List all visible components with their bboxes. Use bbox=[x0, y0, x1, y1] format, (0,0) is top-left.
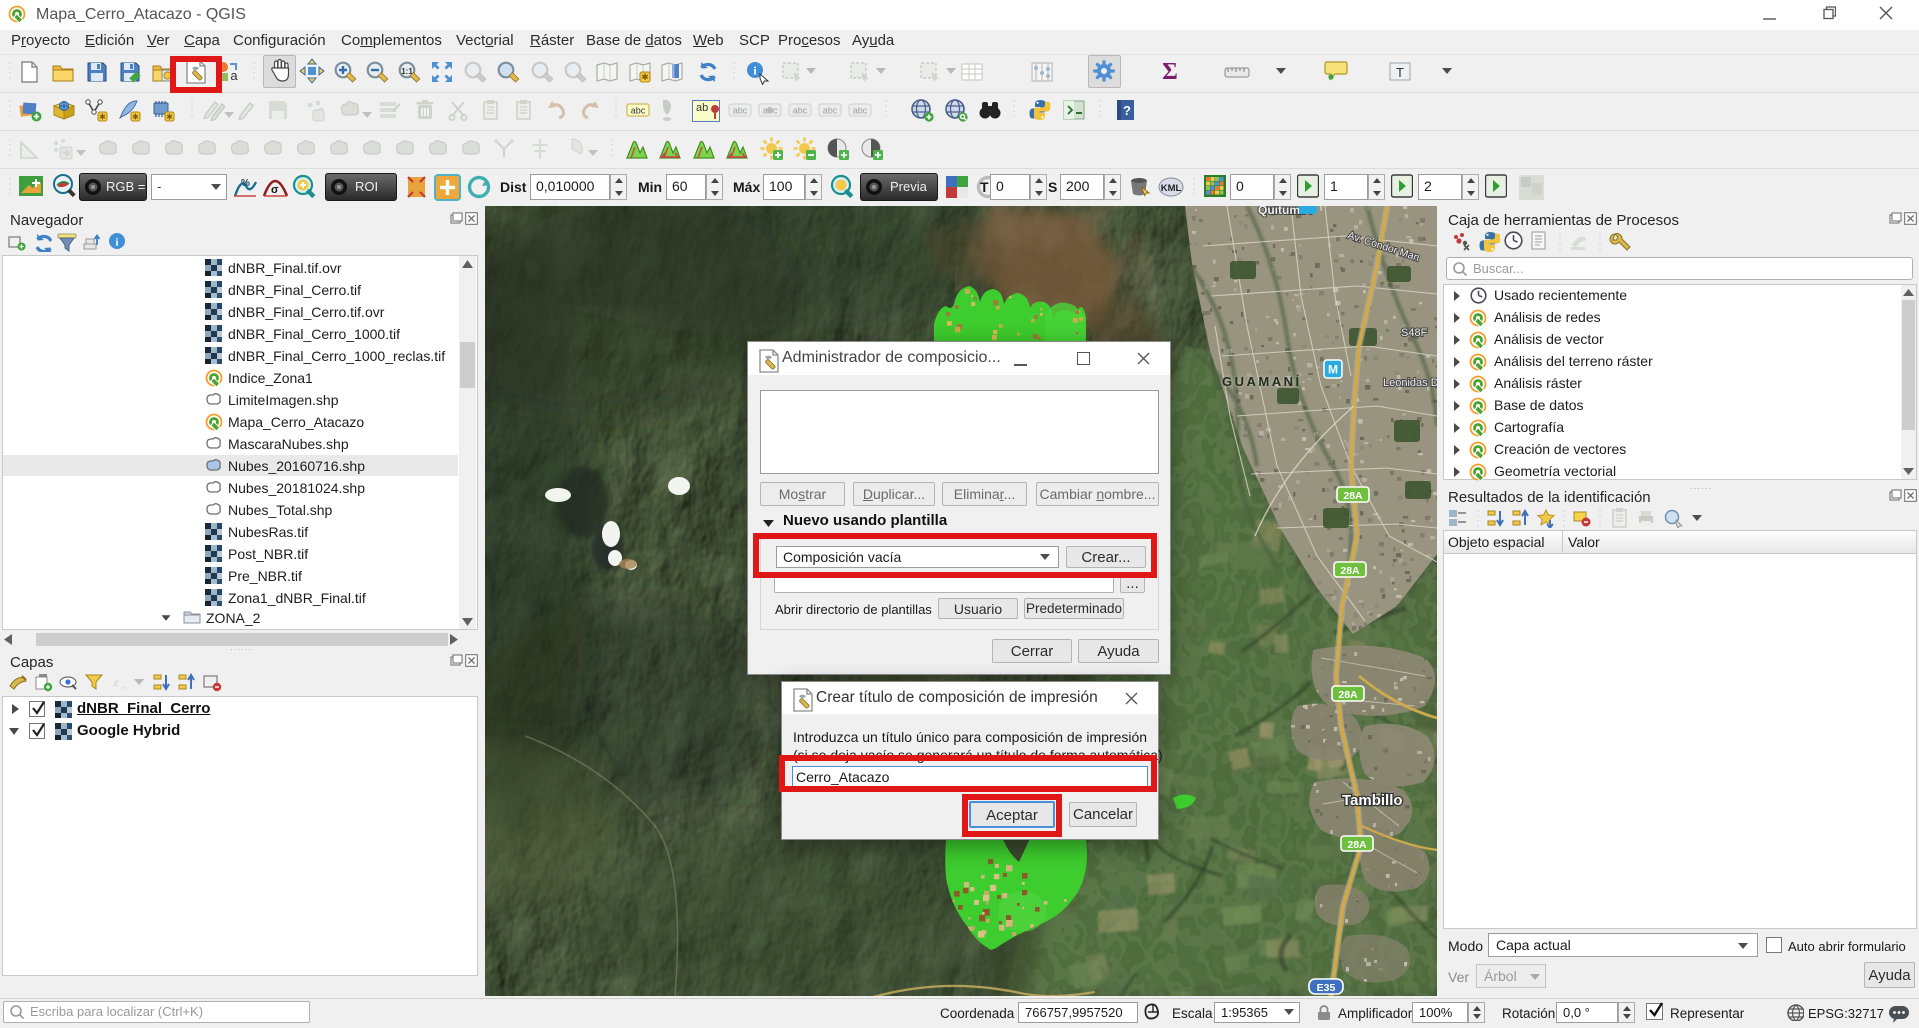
svg-text:?: ? bbox=[1123, 103, 1131, 118]
svg-text:a: a bbox=[230, 68, 238, 83]
svg-text:T: T bbox=[1396, 65, 1404, 80]
svg-text:✱: ✱ bbox=[99, 113, 106, 122]
svg-text:%: % bbox=[241, 178, 250, 189]
svg-text:E35: E35 bbox=[1317, 982, 1336, 994]
svg-text:Σ: Σ bbox=[1162, 59, 1178, 84]
svg-text:Leonidas Dub: Leonidas Dub bbox=[1383, 377, 1437, 389]
svg-text:abc: abc bbox=[823, 106, 838, 116]
svg-text:abc: abc bbox=[853, 106, 868, 116]
svg-text:,,: ,, bbox=[121, 681, 125, 690]
svg-text:S48F: S48F bbox=[1401, 327, 1428, 339]
svg-text:28A: 28A bbox=[1343, 490, 1363, 502]
svg-text:GUAMANÍ: GUAMANÍ bbox=[1222, 374, 1302, 389]
svg-text:✱: ✱ bbox=[132, 113, 139, 122]
svg-text:Tambillo: Tambillo bbox=[1342, 792, 1403, 809]
svg-text:i: i bbox=[115, 237, 118, 249]
svg-text:✱: ✱ bbox=[166, 113, 173, 122]
svg-text:abc: abc bbox=[793, 106, 808, 116]
svg-text:ε: ε bbox=[114, 675, 119, 689]
svg-text:✱: ✱ bbox=[641, 72, 649, 82]
svg-text:M: M bbox=[1328, 363, 1338, 377]
svg-text:KML: KML bbox=[1161, 183, 1182, 194]
svg-text:σ: σ bbox=[271, 184, 279, 196]
svg-text:28A: 28A bbox=[1340, 565, 1360, 577]
svg-text:28A: 28A bbox=[1347, 839, 1367, 851]
svg-text:abc: abc bbox=[733, 106, 748, 116]
svg-text:abc: abc bbox=[631, 106, 646, 116]
svg-text:28A: 28A bbox=[1338, 689, 1358, 701]
